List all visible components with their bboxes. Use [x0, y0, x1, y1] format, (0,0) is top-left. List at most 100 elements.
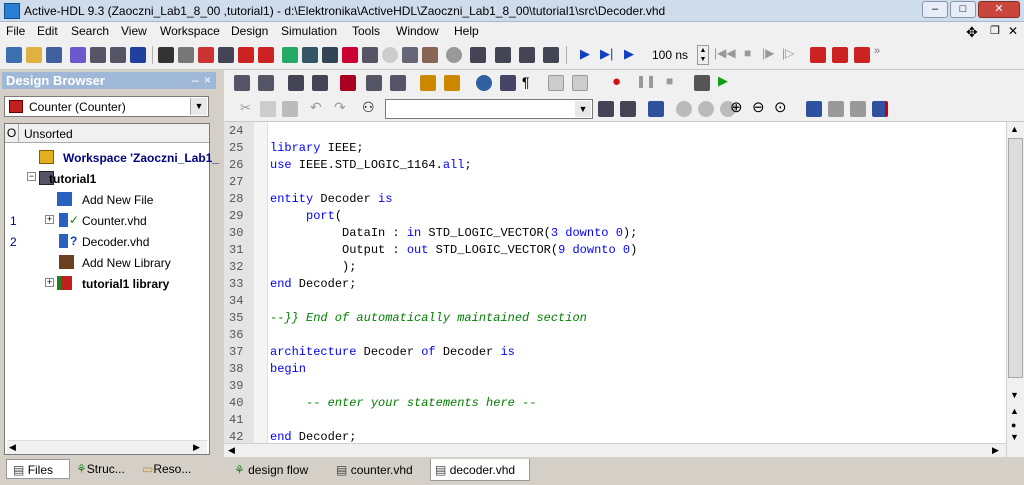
compile-icon[interactable] [70, 47, 86, 63]
globe-icon[interactable] [476, 75, 492, 91]
menu-search[interactable]: Search [71, 24, 109, 38]
menu-edit[interactable]: Edit [37, 24, 58, 38]
bulb-icon[interactable] [382, 47, 398, 63]
hierarchy-icon[interactable] [282, 47, 298, 63]
code-line[interactable]: end Decoder; [270, 430, 356, 444]
new-icon[interactable] [6, 47, 22, 63]
tool-b-icon[interactable] [495, 47, 511, 63]
run-icon[interactable]: ▶ [580, 46, 590, 62]
scroll-right-icon[interactable]: ▶ [193, 442, 200, 453]
tree-add-new-file[interactable]: Add New File [82, 193, 153, 207]
column-icon[interactable] [548, 75, 564, 91]
stop-icon[interactable]: ■ [666, 74, 673, 88]
tree-workspace[interactable]: Workspace 'Zaoczni_Lab1_ [63, 151, 219, 165]
copy-icon[interactable] [402, 47, 418, 63]
tool-c-icon[interactable] [519, 47, 535, 63]
copy-icon[interactable] [260, 101, 276, 117]
open-folder-icon[interactable] [26, 47, 42, 63]
binary-icon[interactable] [90, 47, 106, 63]
grid-icon[interactable] [130, 47, 146, 63]
page-dot-icon[interactable]: ● [1011, 420, 1016, 430]
code-line[interactable]: use IEEE.STD_LOGIC_1164.all; [270, 158, 472, 172]
network-icon[interactable] [302, 47, 318, 63]
structure-icon[interactable] [340, 75, 356, 91]
menu-file[interactable]: File [6, 24, 25, 38]
checklist-icon[interactable] [342, 47, 358, 63]
file-compare-icon[interactable] [178, 47, 194, 63]
run-for-icon[interactable]: ▶ [624, 46, 634, 62]
design-select[interactable]: Counter (Counter) ▼ [4, 96, 209, 117]
zoom-out-icon[interactable]: ⊖ [752, 98, 765, 116]
template-icon[interactable] [312, 75, 328, 91]
tool-a-icon[interactable] [470, 47, 486, 63]
code-line[interactable]: entity Decoder is [270, 192, 392, 206]
play-icon[interactable]: ▶ [718, 73, 728, 89]
brush-icon[interactable] [500, 75, 516, 91]
comment-icon[interactable] [366, 75, 382, 91]
run-until-icon[interactable]: ▶| [600, 46, 613, 62]
indent-icon[interactable] [234, 75, 250, 91]
column-unsorted[interactable]: Unsorted [24, 127, 73, 141]
code-line[interactable]: architecture Decoder of Decoder is [270, 345, 515, 359]
maximize-button[interactable]: □ [950, 1, 976, 18]
marker-icon[interactable] [806, 101, 822, 117]
gear-a-icon[interactable] [676, 101, 692, 117]
scroll-up-icon[interactable]: ▲ [1010, 124, 1019, 134]
code-line[interactable]: begin [270, 362, 306, 376]
windows-icon[interactable] [158, 47, 174, 63]
menu-help[interactable]: Help [454, 24, 479, 38]
column-order[interactable]: O [5, 124, 19, 143]
menu-tools[interactable]: Tools [352, 24, 380, 38]
close-browser-icon[interactable]: × [204, 72, 216, 89]
paste-icon[interactable] [282, 101, 298, 117]
close-button[interactable]: ✕ [978, 1, 1020, 18]
find-prev-icon[interactable] [620, 101, 636, 117]
gear-b-icon[interactable] [698, 101, 714, 117]
find-in-files-icon[interactable] [648, 101, 664, 117]
chevron-down-icon[interactable]: ▼ [190, 98, 207, 115]
restart-icon[interactable]: |◀◀ [714, 46, 736, 60]
menu-window[interactable]: Window [396, 24, 439, 38]
expand-icon[interactable]: + [45, 278, 54, 287]
collapse-icon[interactable]: − [27, 172, 36, 181]
code-2-graphics-icon[interactable] [238, 47, 254, 63]
menu-design[interactable]: Design [231, 24, 268, 38]
end-sim-icon[interactable]: ■ [744, 46, 751, 60]
trace-icon[interactable] [810, 47, 826, 63]
sim-time-spinner[interactable]: ▲ ▼ [697, 45, 709, 65]
tree-library[interactable]: tutorial1 library [82, 277, 169, 291]
step-over-icon[interactable]: |▷ [782, 46, 794, 60]
page-down-icon[interactable]: ▼ [1010, 432, 1019, 442]
page-up-icon[interactable]: ▲ [1010, 406, 1019, 416]
pause-icon[interactable]: ❚❚ [636, 74, 656, 88]
breakpoint-icon[interactable]: ● [612, 73, 621, 90]
cut-icon[interactable]: ✂ [240, 100, 251, 116]
tree-design[interactable]: tutorial1 [49, 172, 96, 186]
code-line[interactable]: library IEEE; [270, 141, 364, 155]
search-combo[interactable]: ▼ [385, 99, 593, 119]
menu-view[interactable]: View [121, 24, 147, 38]
tab-decoder[interactable]: ▤ decoder.vhd [430, 459, 530, 481]
restore-icon[interactable]: ❐ [990, 24, 1000, 37]
outdent-icon[interactable] [258, 75, 274, 91]
menu-simulation[interactable]: Simulation [281, 24, 337, 38]
zoom-fit-icon[interactable]: ⊙ [774, 98, 787, 116]
find-icon[interactable] [218, 47, 234, 63]
block-diagram-icon[interactable] [198, 47, 214, 63]
code-line[interactable]: -- enter your statements here -- [270, 396, 536, 410]
move-icon[interactable]: ✥ [966, 24, 978, 41]
editor-vscroll[interactable]: ▲ ▼ ▲ ● ▼ [1006, 122, 1024, 457]
code-line[interactable]: port( [270, 209, 342, 223]
tab-counter[interactable]: ▤ counter.vhd [332, 459, 428, 481]
zoom-in-icon[interactable]: ⊕ [730, 98, 743, 116]
language-icon[interactable] [288, 75, 304, 91]
pilcrow-icon[interactable]: ¶ [522, 74, 530, 90]
tree-counter-file[interactable]: Counter.vhd [82, 214, 147, 228]
tab-design-flow[interactable]: ⚘ design flow [230, 459, 330, 481]
tool-d-icon[interactable] [543, 47, 559, 63]
scroll-down-icon[interactable]: ▼ [1010, 390, 1019, 400]
next-bookmark-icon[interactable] [444, 75, 460, 91]
dbg-icon[interactable] [258, 47, 274, 63]
trace-out-icon[interactable] [854, 47, 870, 63]
monitor-icon[interactable] [694, 75, 710, 91]
